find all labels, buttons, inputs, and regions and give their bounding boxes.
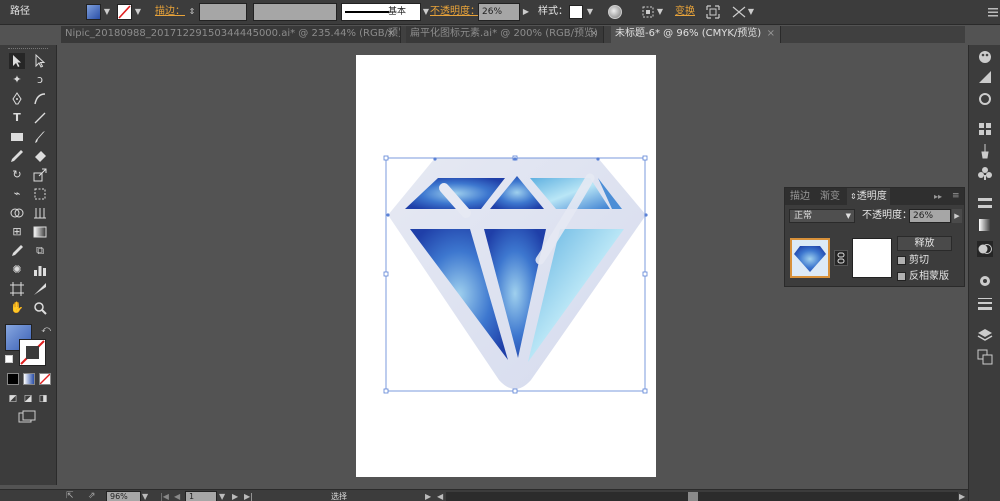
blend-mode-select[interactable]: 正常 ▼ xyxy=(789,209,855,223)
stroke-panel-icon[interactable] xyxy=(977,295,993,311)
horizontal-scrollbar[interactable] xyxy=(446,492,958,501)
opacity-mask-thumbnail[interactable] xyxy=(852,238,892,278)
artboard-dropdown-icon[interactable]: ▼ xyxy=(219,491,225,501)
color-icon[interactable] xyxy=(977,69,993,85)
share-icon[interactable]: ⇗ xyxy=(88,491,96,501)
illustrator-window: 路径 ▼ ▼ 描边： ⇕ 基本 ▼ 不透明度： 26% ▶ 样式： ▼ ▼ 变换 xyxy=(0,0,1000,501)
scroll-right-icon[interactable]: ▶ xyxy=(959,491,965,501)
diamond-graphic[interactable] xyxy=(388,158,646,389)
zoom-field[interactable]: 96% xyxy=(106,491,141,501)
panel-dock xyxy=(968,45,1000,501)
invert-mask-checkbox[interactable] xyxy=(897,272,906,281)
opacity-slider-icon[interactable]: ▶ xyxy=(952,209,962,223)
blend-mode-value: 正常 xyxy=(794,211,813,221)
resize-handle[interactable] xyxy=(642,271,648,277)
zoom-dropdown-icon[interactable]: ▼ xyxy=(142,491,148,501)
last-artboard-icon[interactable]: ▶| xyxy=(244,491,253,501)
panel-tab-bar: 描边 渐变 ⇕透明度 ▸▸ ≡ xyxy=(785,188,964,205)
next-artboard-icon[interactable]: ▶ xyxy=(232,491,238,501)
status-menu-icon[interactable]: ▶ xyxy=(425,491,431,501)
status-bar: ⇱ ⇗ 96% ▼ |◀ ◀ 1 ▼ ▶ ▶| 选择 ▶ ◀ ▶ xyxy=(0,489,968,501)
artboards-icon[interactable] xyxy=(977,349,993,365)
first-artboard-icon[interactable]: |◀ xyxy=(160,491,169,501)
resize-handle[interactable] xyxy=(383,388,389,394)
resize-handle[interactable] xyxy=(383,271,389,277)
previous-artboard-icon[interactable]: ◀ xyxy=(174,491,180,501)
collapse-panel-icon[interactable]: ▸▸ xyxy=(934,188,942,205)
panel-options-icon[interactable]: ≡ xyxy=(952,188,960,205)
resize-handle[interactable] xyxy=(383,155,389,161)
tab-gradient[interactable]: 渐变 xyxy=(820,188,840,205)
appearance-icon[interactable] xyxy=(977,91,993,107)
color-guide-icon[interactable] xyxy=(977,49,993,65)
object-thumbnail[interactable] xyxy=(790,238,830,278)
tab-toggle-icon: ⇕ xyxy=(850,192,857,201)
gradient-panel-icon[interactable] xyxy=(977,217,993,233)
transparency-panel: 描边 渐变 ⇕透明度 ▸▸ ≡ 正常 ▼ 不透明度： 26% ▶ 释放 剪切 反… xyxy=(784,187,965,287)
resize-handle[interactable] xyxy=(642,388,648,394)
layers-icon[interactable] xyxy=(977,327,993,343)
current-tool-name: 选择 xyxy=(331,492,347,501)
release-button[interactable]: 释放 xyxy=(897,236,952,251)
tab-transparency-label: 透明度 xyxy=(856,191,887,202)
brushes-icon[interactable] xyxy=(977,143,993,159)
panel-opacity-field[interactable]: 26% xyxy=(909,209,951,223)
resize-handle[interactable] xyxy=(642,155,648,161)
align-panel-icon[interactable] xyxy=(977,195,993,211)
graphic-styles-icon[interactable] xyxy=(977,273,993,289)
tab-transparency[interactable]: ⇕透明度 xyxy=(847,188,890,205)
artboard-navigation-icon[interactable]: ⇱ xyxy=(66,491,74,501)
transparency-panel-icon[interactable] xyxy=(977,241,993,257)
panel-opacity-label: 不透明度： xyxy=(862,210,912,221)
symbols-icon[interactable] xyxy=(977,165,993,181)
scroll-left-icon[interactable]: ◀ xyxy=(437,491,443,501)
clip-label: 剪切 xyxy=(909,255,929,266)
tab-stroke[interactable]: 描边 xyxy=(790,188,810,205)
chevron-down-icon: ▼ xyxy=(845,212,851,220)
swatches-icon[interactable] xyxy=(977,121,993,137)
invert-mask-label: 反相蒙版 xyxy=(909,271,949,282)
artboard-number-field[interactable]: 1 xyxy=(185,491,217,501)
scrollbar-thumb[interactable] xyxy=(688,492,698,501)
resize-handle[interactable] xyxy=(512,388,518,394)
clip-checkbox[interactable] xyxy=(897,256,906,265)
link-mask-icon[interactable] xyxy=(834,250,848,266)
